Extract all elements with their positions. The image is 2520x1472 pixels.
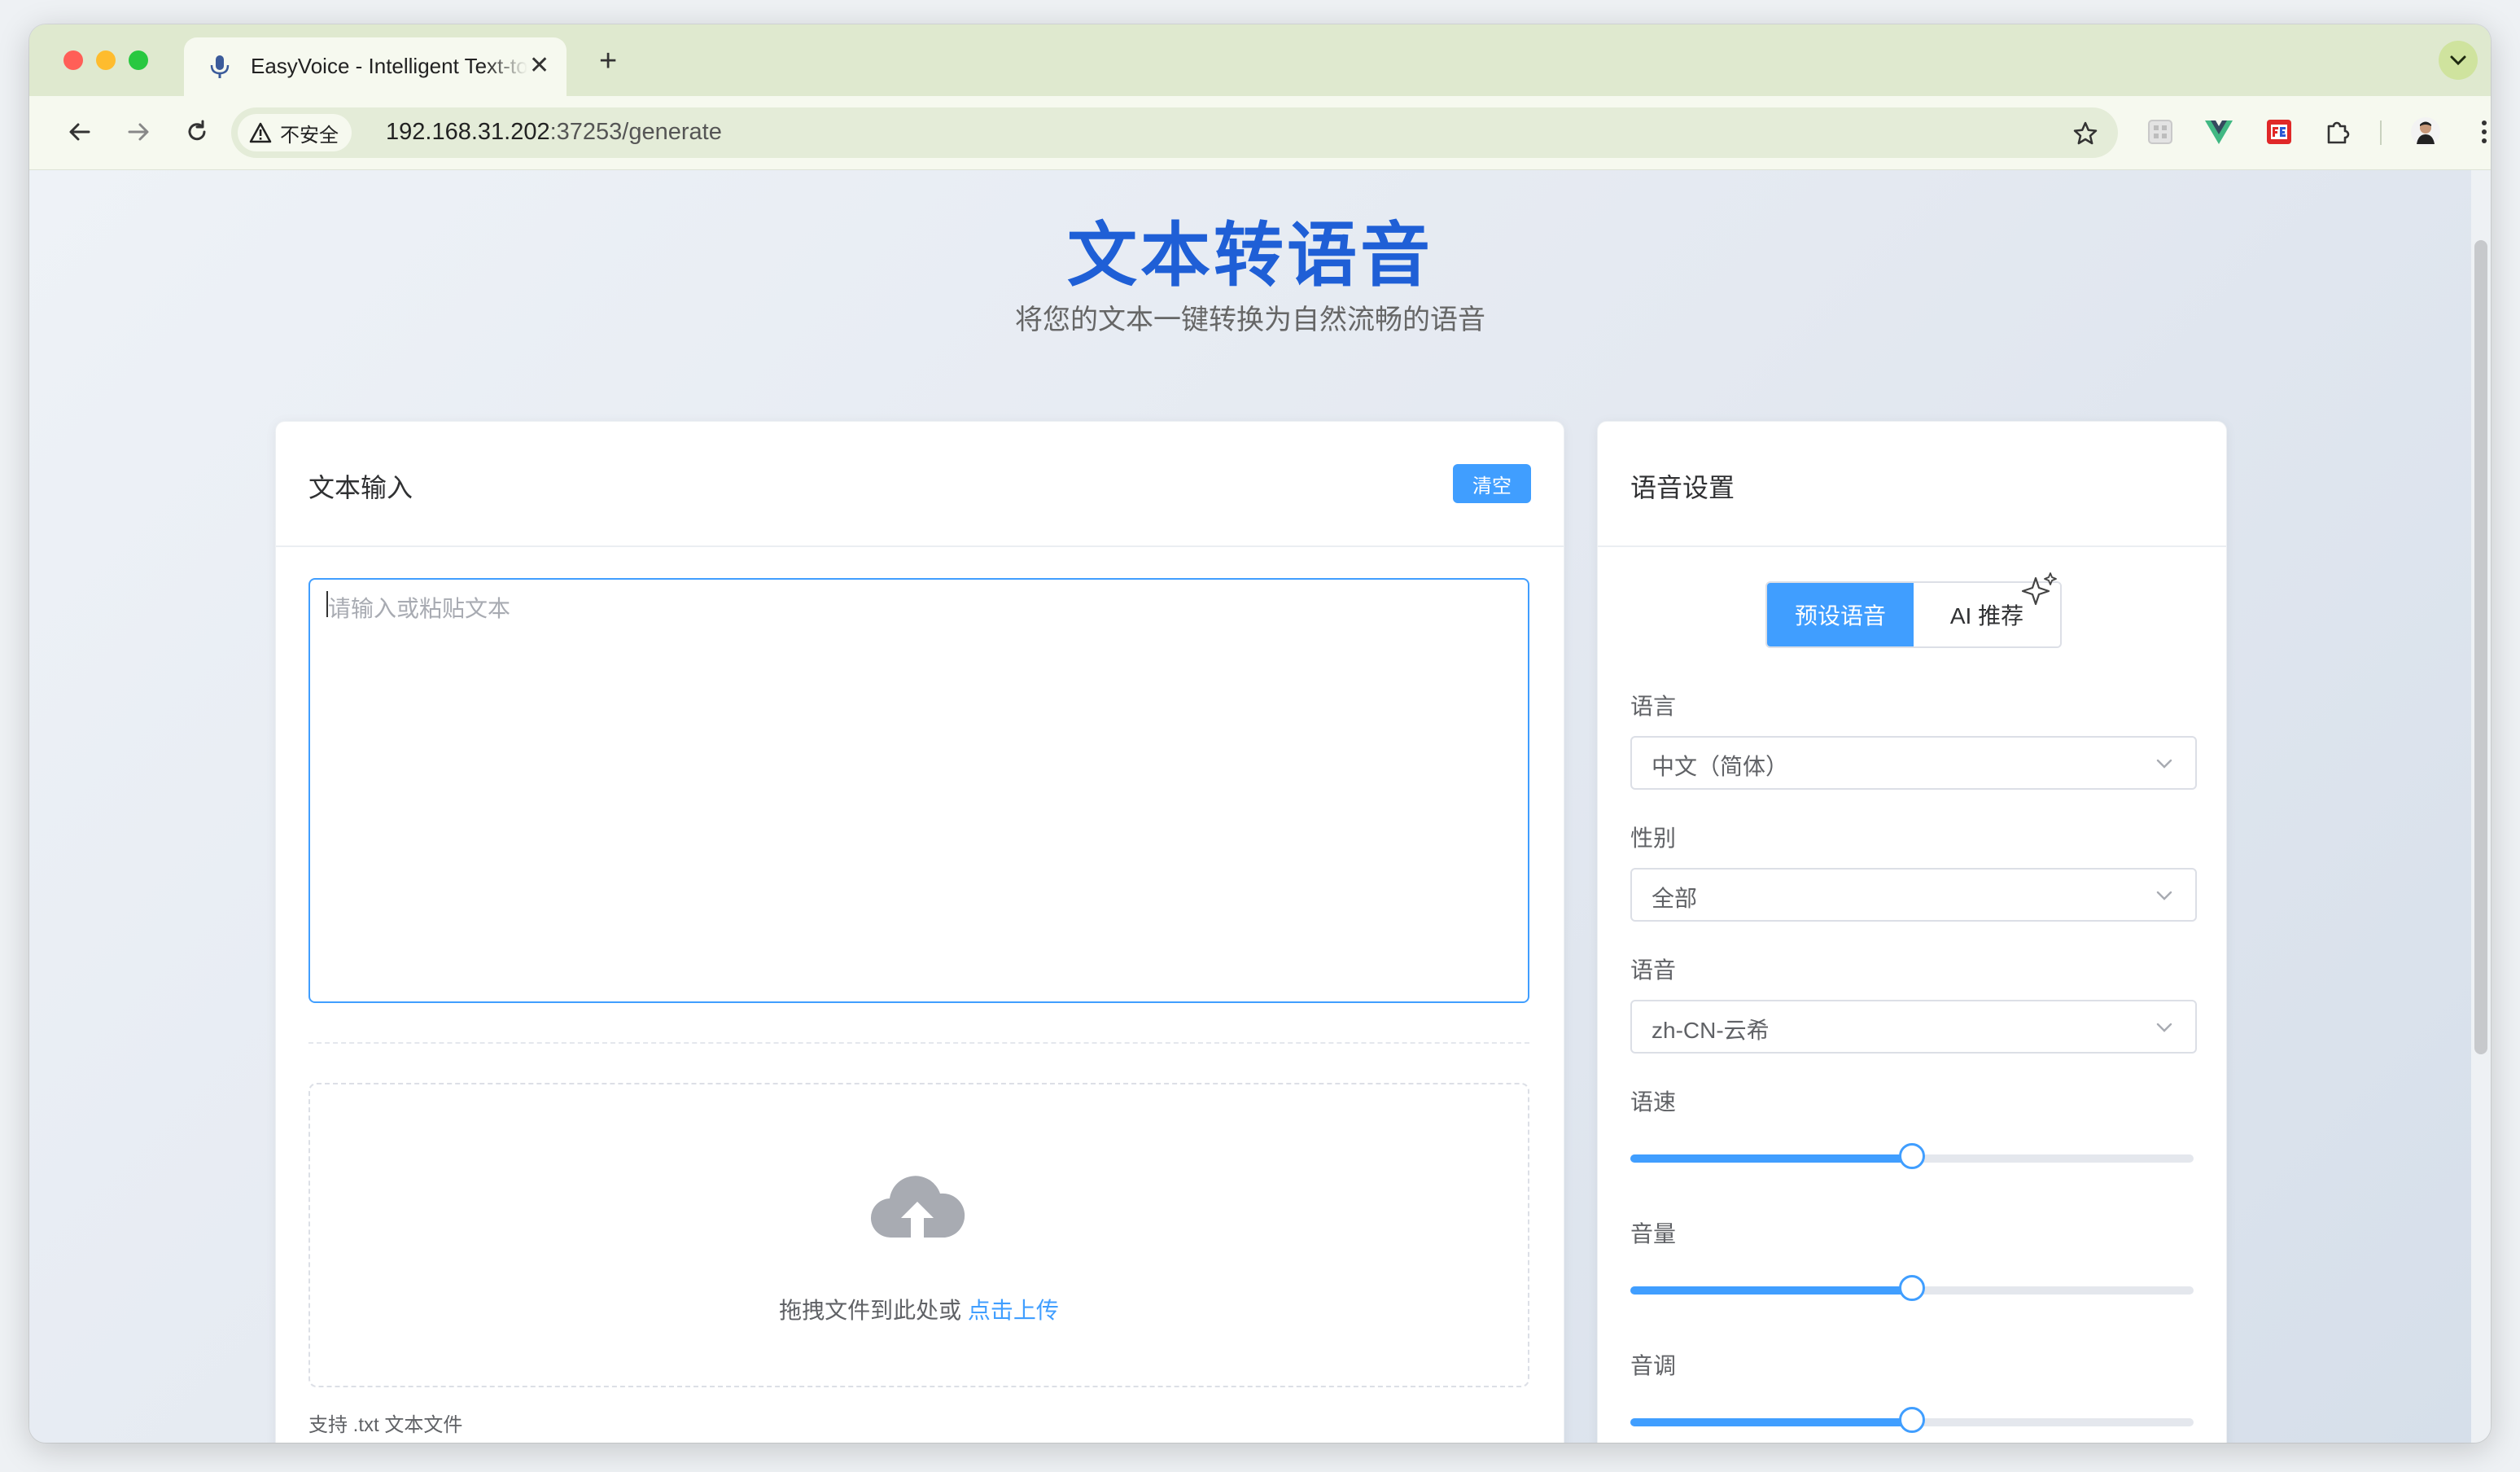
security-indicator[interactable]: 不安全 — [238, 114, 352, 151]
rate-slider[interactable] — [1630, 1141, 2194, 1174]
browser-toolbar: 不安全 192.168.31.202:37253/generate — [29, 96, 2491, 170]
pitch-slider[interactable] — [1630, 1405, 2194, 1438]
reload-icon — [188, 120, 206, 141]
slider-fill — [1630, 1154, 1912, 1163]
microphone-icon — [210, 55, 230, 78]
browser-menu-button[interactable] — [2466, 114, 2491, 150]
gender-select[interactable]: 全部 — [1630, 868, 2197, 922]
forward-button[interactable] — [122, 116, 155, 148]
page-title: 文本转语音 — [1067, 217, 1433, 295]
browser-window: EasyVoice - Intelligent Text-to-Speech ✕… — [29, 24, 2491, 1443]
puzzle-icon — [2327, 121, 2350, 144]
text-input-area[interactable]: 请输入或粘贴文本 — [308, 578, 1529, 1003]
browser-tab-active[interactable]: EasyVoice - Intelligent Text-to-Speech ✕ — [184, 37, 567, 96]
voice-settings-header: 语音设置 — [1598, 422, 2226, 547]
cloud-upload-icon — [870, 1176, 965, 1238]
arrow-left-icon — [69, 123, 90, 141]
upload-tip: 支持 .txt 文本文件 — [308, 1414, 463, 1436]
extensions-menu-button[interactable] — [2320, 114, 2356, 150]
fe-helper-icon — [2267, 120, 2291, 144]
vue-devtools-button[interactable] — [2201, 114, 2237, 150]
pitch-label: 音调 — [1630, 1353, 1677, 1378]
slider-fill — [1630, 1286, 1912, 1295]
rate-label: 语速 — [1630, 1089, 1677, 1115]
gender-value: 全部 — [1652, 886, 1698, 911]
upload-instructions: 拖拽文件到此处或 点击上传 — [310, 1293, 1528, 1325]
voice-mode-switch: 预设语音 AI 推荐 — [1765, 572, 2062, 648]
voice-value: zh-CN-云希 — [1652, 1018, 1770, 1043]
click-upload-link[interactable]: 点击上传 — [968, 1298, 1059, 1323]
voice-select[interactable]: zh-CN-云希 — [1630, 1000, 2197, 1054]
new-tab-button[interactable]: + — [599, 46, 617, 77]
upload-prompt: 拖拽文件到此处或 — [779, 1298, 968, 1323]
url-host: 192.168.31.202 — [386, 119, 550, 145]
tab-strip: EasyVoice - Intelligent Text-to-Speech ✕… — [29, 24, 2491, 96]
grid-extension-icon — [2148, 120, 2172, 144]
close-tab-icon[interactable]: ✕ — [529, 52, 549, 80]
tab-preset-voice[interactable]: 预设语音 — [1767, 583, 1914, 646]
section-divider — [308, 1042, 1529, 1044]
profile-button[interactable] — [2408, 114, 2443, 150]
url-text: 192.168.31.202:37253/generate — [386, 119, 722, 146]
text-input-card-header: 文本输入 清空 — [276, 422, 1564, 547]
back-button[interactable] — [63, 116, 96, 148]
chevron-down-icon — [2156, 1023, 2172, 1032]
text-input-card: 文本输入 清空 请输入或粘贴文本 拖拽文件到此处或 点击上传 支持 .txt 文… — [275, 421, 1564, 1443]
language-value: 中文（简体） — [1652, 754, 1789, 779]
reload-button[interactable] — [181, 116, 213, 148]
close-window-button[interactable] — [63, 50, 83, 70]
slider-handle[interactable] — [1899, 1407, 1925, 1433]
page-subtitle: 将您的文本一键转换为自然流畅的语音 — [1015, 304, 1485, 335]
file-upload-dropzone[interactable]: 拖拽文件到此处或 点击上传 — [308, 1083, 1529, 1387]
language-label: 语言 — [1630, 694, 1677, 719]
slider-fill — [1630, 1418, 1912, 1426]
warning-icon — [249, 122, 272, 143]
fe-extension-button[interactable] — [2261, 114, 2297, 150]
chevron-down-icon — [2450, 55, 2466, 66]
page-scrollbar[interactable] — [2471, 170, 2491, 1443]
voice-label: 语音 — [1630, 957, 1677, 983]
minimize-window-button[interactable] — [96, 50, 116, 70]
slider-handle[interactable] — [1899, 1143, 1925, 1169]
more-vertical-icon — [2482, 120, 2487, 143]
maximize-window-button[interactable] — [129, 50, 148, 70]
toolbar-divider — [2380, 120, 2382, 145]
tab-title: EasyVoice - Intelligent Text-to-Speech — [251, 54, 527, 78]
text-input-title: 文本输入 — [308, 473, 413, 502]
star-icon — [2073, 121, 2098, 145]
voice-settings-title: 语音设置 — [1630, 473, 1735, 502]
chevron-down-icon — [2156, 891, 2172, 900]
language-select[interactable]: 中文（简体） — [1630, 736, 2197, 790]
avatar-icon — [2411, 117, 2440, 147]
security-label: 不安全 — [280, 124, 339, 147]
address-bar[interactable]: 不安全 192.168.31.202:37253/generate — [231, 107, 2118, 158]
url-path: :37253/generate — [549, 119, 722, 145]
vue-logo-icon — [2205, 120, 2233, 144]
tab-search-button[interactable] — [2439, 41, 2478, 80]
clear-button[interactable]: 清空 — [1453, 464, 1531, 503]
arrow-right-icon — [128, 123, 149, 141]
chevron-down-icon — [2156, 759, 2172, 769]
gender-label: 性别 — [1630, 826, 1677, 851]
page-content: 文本转语音 将您的文本一键转换为自然流畅的语音 文本输入 清空 请输入或粘贴文本… — [29, 170, 2471, 1443]
volume-label: 音量 — [1630, 1221, 1677, 1246]
sparkle-icon — [2021, 572, 2057, 606]
voice-settings-card: 语音设置 预设语音 AI 推荐 语言 中文（简体） 性别 全部 语音 zh-CN… — [1597, 421, 2227, 1443]
slider-handle[interactable] — [1899, 1275, 1925, 1301]
scrollbar-thumb[interactable] — [2474, 240, 2487, 1054]
bookmark-button[interactable] — [2069, 117, 2102, 150]
volume-slider[interactable] — [1630, 1273, 2194, 1306]
text-input-placeholder: 请输入或粘贴文本 — [328, 596, 511, 621]
extension-grid-button[interactable] — [2142, 114, 2178, 150]
